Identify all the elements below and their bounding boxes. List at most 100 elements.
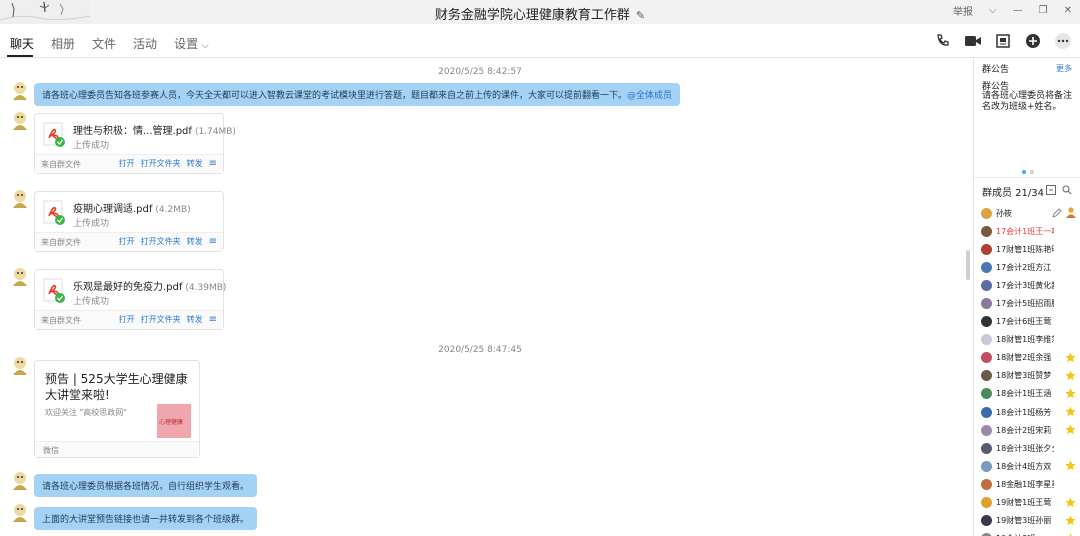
member-item[interactable]: 18财管3班赞梦 — [981, 367, 1080, 385]
phone-call-icon[interactable] — [934, 32, 952, 50]
shared-link-thumbnail: 心理健康 — [157, 404, 191, 438]
file-name[interactable]: 疫期心理调适.pdf (4.2MB) — [73, 200, 191, 215]
file-source: 来自群文件 — [41, 238, 81, 247]
member-item[interactable]: 19财管1班王莺 — [981, 494, 1080, 512]
avatar[interactable] — [9, 470, 31, 492]
member-list-icon[interactable] — [1046, 184, 1056, 198]
pdf-file-icon — [43, 122, 67, 148]
file-message-card[interactable]: 乐观是最好的免疫力.pdf (4.39MB) 上传成功 来自群文件 打开 打开文件… — [34, 269, 226, 330]
chat-bubble[interactable]: 请各班心理委员根据各班情况，自行组织学生观看。 — [34, 474, 258, 497]
member-item[interactable]: 17会计1班王一鸣 — [981, 222, 1080, 240]
member-avatar — [981, 406, 992, 418]
member-item[interactable]: 19财管3班孙丽 — [981, 512, 1080, 530]
member-avatar — [981, 261, 992, 273]
open-folder-link[interactable]: 打开文件夹 — [141, 158, 181, 169]
minimize-icon[interactable]: — — [1013, 5, 1023, 16]
member-item[interactable]: 19会计3班 — [981, 530, 1080, 536]
edit-title-icon[interactable]: ✎ — [636, 9, 645, 22]
member-item[interactable]: 18财管2班余强 — [981, 349, 1080, 367]
member-list[interactable]: 孙筱 17会计1班王一鸣 17财管1班陈艳明 17会计2班方江 17会计3班黄化龄 17会… — [981, 204, 1080, 536]
avatar[interactable] — [9, 110, 31, 132]
menu-icon[interactable]: ≡ — [209, 236, 217, 247]
file-message-card[interactable]: 疫期心理调适.pdf (4.2MB) 上传成功 来自群文件 打开 打开文件夹 转发… — [34, 191, 224, 252]
member-name: 17会计5班招雨滕 — [996, 299, 1054, 309]
file-name[interactable]: 乐观是最好的免疫力.pdf (4.39MB) — [73, 278, 226, 293]
search-icon[interactable] — [1062, 184, 1072, 198]
screen-share-icon[interactable] — [994, 32, 1012, 50]
forward-link[interactable]: 转发 — [187, 314, 203, 325]
member-item[interactable]: 18会计1班杨芳 — [981, 403, 1080, 421]
tab-album[interactable]: 相册 — [51, 35, 75, 52]
report-link[interactable]: 举报 — [953, 3, 973, 18]
member-item[interactable]: 18财管1班李维萍 — [981, 331, 1080, 349]
chat-message-list[interactable]: 2020/5/25 8:42:57 请各班心理委员告知各班参赛人员，今天全天都可… — [0, 58, 973, 536]
forward-link[interactable]: 转发 — [187, 236, 203, 247]
title-bar: 财务金融学院心理健康教育工作群 ✎ 举报 ⌵ — ❐ ✕ — [0, 0, 1080, 24]
shared-link-source: 微信 — [43, 446, 59, 455]
member-item[interactable]: 孙筱 — [981, 204, 1080, 222]
member-item[interactable]: 18会计3班张夕夕 — [981, 439, 1080, 457]
open-folder-link[interactable]: 打开文件夹 — [141, 314, 181, 325]
tab-files[interactable]: 文件 — [92, 35, 116, 52]
tab-settings[interactable]: 设置 ⌵ — [174, 35, 209, 52]
avatar[interactable] — [9, 80, 31, 102]
member-avatar — [981, 515, 992, 527]
open-folder-link[interactable]: 打开文件夹 — [141, 236, 181, 247]
file-card-footer: 来自群文件 打开 打开文件夹 转发 ≡ — [35, 154, 223, 173]
avatar[interactable] — [9, 188, 31, 210]
open-file-link[interactable]: 打开 — [119, 158, 135, 169]
announcement-pager[interactable] — [1022, 170, 1034, 174]
tab-activity[interactable]: 活动 — [133, 35, 157, 52]
chevron-down-icon[interactable]: ⌵ — [989, 5, 997, 16]
member-avatar — [981, 388, 992, 400]
avatar[interactable] — [9, 355, 31, 377]
member-avatar — [981, 225, 992, 237]
member-item[interactable]: 17会计5班招雨滕 — [981, 294, 1080, 312]
tab-bar: 聊天 相册 文件 活动 设置 ⌵ — [0, 24, 1080, 58]
shared-link-card[interactable]: 预告 | 525大学生心理健康大讲堂来啦! 欢迎关注 "高校思政网" 心理健康 … — [34, 360, 200, 458]
open-file-link[interactable]: 打开 — [119, 236, 135, 247]
member-name: 17会计1班王一鸣 — [996, 226, 1054, 236]
member-name: 17会计3班黄化龄 — [996, 280, 1054, 290]
more-options-icon[interactable] — [1054, 32, 1072, 50]
mention-all-link[interactable]: @全体成员 — [627, 91, 672, 101]
member-name: 18金融1班李星星 — [996, 479, 1054, 489]
video-call-icon[interactable] — [964, 32, 982, 50]
member-avatar — [981, 497, 992, 509]
member-item[interactable]: 18金融1班李星星 — [981, 475, 1080, 493]
menu-icon[interactable]: ≡ — [209, 158, 217, 169]
close-icon[interactable]: ✕ — [1064, 5, 1072, 16]
member-item[interactable]: 17会计2班方江 — [981, 258, 1080, 276]
file-name[interactable]: 理性与积极：情...管理.pdf (1.74MB) — [73, 122, 236, 137]
chat-bubble[interactable]: 上面的大讲堂预告链接也请一并转发到各个班级群。 — [34, 507, 258, 530]
forward-link[interactable]: 转发 — [187, 158, 203, 169]
member-avatar — [981, 298, 992, 310]
tab-chat[interactable]: 聊天 — [10, 35, 34, 52]
edit-nickname-icon[interactable] — [1052, 207, 1062, 221]
restore-icon[interactable]: ❐ — [1039, 5, 1048, 16]
member-item[interactable]: 18会计4班方双 — [981, 457, 1080, 475]
chat-scrollbar[interactable] — [966, 250, 970, 280]
member-item[interactable]: 17会计6班王莺 — [981, 313, 1080, 331]
member-avatar — [981, 352, 992, 364]
chat-bubble[interactable]: 请各班心理委员告知各班参赛人员，今天全天都可以进入智教云课堂的考试模块里进行答题… — [34, 83, 681, 106]
message-timestamp: 2020/5/25 8:42:57 — [438, 67, 522, 77]
member-item[interactable]: 18会计1班王涵 — [981, 385, 1080, 403]
announcement-body[interactable]: 请各班心理委员将备注名改为班级+姓名。 — [982, 91, 1078, 113]
member-item[interactable]: 17会计3班黄化龄 — [981, 276, 1080, 294]
star-icon — [1065, 460, 1076, 471]
announcement-more-link[interactable]: 更多 — [1056, 63, 1072, 74]
avatar[interactable] — [9, 266, 31, 288]
member-avatar — [981, 243, 992, 255]
avatar[interactable] — [9, 502, 31, 524]
add-icon[interactable] — [1024, 32, 1042, 50]
member-item[interactable]: 17财管1班陈艳明 — [981, 240, 1080, 258]
chevron-down-icon: ⌵ — [201, 41, 209, 51]
menu-icon[interactable]: ≡ — [209, 314, 217, 325]
open-file-link[interactable]: 打开 — [119, 314, 135, 325]
member-name: 孙筱 — [996, 208, 1012, 218]
file-source: 来自群文件 — [41, 316, 81, 325]
file-message-card[interactable]: 理性与积极：情...管理.pdf (1.74MB) 上传成功 来自群文件 打开 打… — [34, 113, 236, 174]
member-item[interactable]: 18会计2班宋莉 — [981, 421, 1080, 439]
upload-status: 上传成功 — [73, 219, 110, 229]
